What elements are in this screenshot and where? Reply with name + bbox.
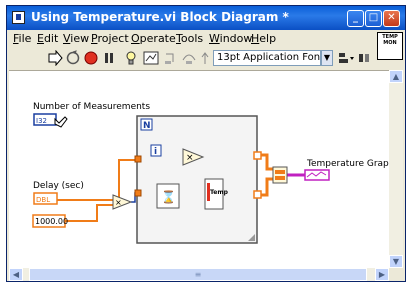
- wait-ms-icon: ⌛: [161, 190, 176, 204]
- maximize-button[interactable]: □: [365, 10, 382, 27]
- vi-icon-text: TEMP MON: [382, 34, 398, 46]
- controls: Number of Measurements I32 Delay (sec) D…: [32, 102, 150, 228]
- temperature-graph-label: Temperature Graph: [306, 159, 389, 169]
- wiring-hand-icon: [54, 116, 68, 128]
- menu-window[interactable]: Window: [209, 32, 252, 45]
- menu-tools[interactable]: Tools: [176, 32, 203, 45]
- close-button[interactable]: ✕: [383, 10, 400, 27]
- bundle-input-y: [275, 176, 285, 180]
- menu-file[interactable]: File: [13, 32, 31, 45]
- abort-execution-icon[interactable]: [83, 50, 99, 66]
- toolbar: 13pt Application Font ▼: [7, 48, 375, 70]
- for-loop: N i × ⌛ Temp: [134, 115, 262, 244]
- for-loop-frame: [136, 115, 258, 244]
- scroll-thumb[interactable]: ≡: [29, 268, 367, 281]
- title-bar[interactable]: Using Temperature.vi Block Diagram * _ □…: [7, 6, 405, 30]
- menu-help[interactable]: Help: [251, 32, 276, 45]
- multiply-symbol-outer: ×: [115, 198, 122, 207]
- scroll-down-button[interactable]: ▼: [389, 255, 403, 268]
- measurements-terminal-type: I32: [36, 117, 47, 125]
- distribute-objects-icon[interactable]: [357, 50, 375, 66]
- measurements-label: Number of Measurements: [33, 102, 150, 112]
- scroll-left-button[interactable]: ◀: [9, 268, 23, 281]
- graph-output: Temperature Graph: [272, 159, 389, 184]
- run-arrow-icon[interactable]: [47, 50, 63, 66]
- horizontal-scrollbar[interactable]: ◀ ≡ ▶: [9, 268, 389, 281]
- retain-wire-values-icon[interactable]: [143, 50, 159, 66]
- font-select[interactable]: 13pt Application Font: [213, 50, 321, 66]
- milliseconds-constant-value: 1000.00: [35, 217, 68, 226]
- block-diagram-window: Using Temperature.vi Block Diagram * _ □…: [6, 5, 406, 282]
- menu-project[interactable]: Project: [91, 32, 129, 45]
- block-diagram-drawing: N i × ⌛ Temp Number of Measurements I32: [32, 102, 389, 244]
- multiply-symbol-inner: ×: [186, 153, 194, 163]
- vertical-scrollbar[interactable]: ▲ ▼: [389, 70, 403, 268]
- delay-terminal-type: DBL: [36, 196, 50, 204]
- menu-bar: File Edit View Project Operate Tools Win…: [7, 30, 375, 47]
- temperature-output-tunnel: [253, 190, 262, 199]
- run-continuously-icon[interactable]: [65, 50, 81, 66]
- vi-connector-icon[interactable]: TEMP MON: [377, 32, 403, 60]
- temp-subvi-label: Temp: [210, 189, 229, 196]
- step-over-icon[interactable]: [181, 50, 197, 66]
- loop-iteration-text: i: [154, 147, 157, 157]
- window-title: Using Temperature.vi Block Diagram *: [31, 10, 289, 24]
- bundle-input-x: [275, 170, 285, 174]
- scroll-up-button[interactable]: ▲: [389, 70, 403, 83]
- delay-tunnel: [134, 155, 142, 163]
- step-into-icon[interactable]: [163, 50, 179, 66]
- bundle-node[interactable]: [272, 166, 288, 184]
- highlight-execution-icon[interactable]: [123, 50, 139, 66]
- loop-count-text: N: [143, 121, 151, 131]
- screenshot-frame: Using Temperature.vi Block Diagram * _ □…: [0, 0, 412, 285]
- minimize-button[interactable]: _: [347, 10, 364, 27]
- delay-label: Delay (sec): [33, 181, 84, 191]
- block-diagram-canvas[interactable]: N i × ⌛ Temp Number of Measurements I32: [9, 70, 389, 269]
- labview-vi-icon[interactable]: [12, 11, 25, 24]
- step-out-icon[interactable]: [197, 50, 213, 66]
- time-output-tunnel: [253, 151, 262, 160]
- menu-edit[interactable]: Edit: [37, 32, 58, 45]
- milliseconds-tunnel: [134, 189, 142, 197]
- pause-icon[interactable]: [101, 50, 117, 66]
- menu-operate[interactable]: Operate: [131, 32, 176, 45]
- font-dropdown-arrow-icon[interactable]: ▼: [321, 50, 333, 66]
- constant-wire: [65, 204, 113, 222]
- align-objects-icon[interactable]: [337, 50, 355, 66]
- scroll-right-button[interactable]: ▶: [375, 268, 389, 281]
- delay-wire-to-loop: [57, 159, 135, 201]
- menu-view[interactable]: View: [63, 32, 89, 45]
